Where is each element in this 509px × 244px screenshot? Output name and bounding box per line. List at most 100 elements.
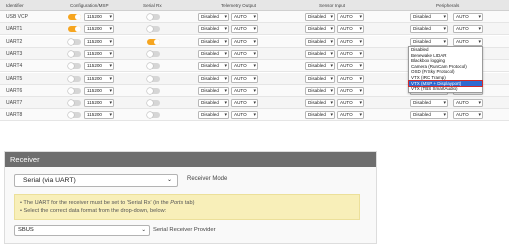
msp-baud-select[interactable]: 115200 bbox=[84, 74, 114, 83]
receiver-note: • The UART for the receiver must be set … bbox=[14, 194, 360, 220]
serial-rx-toggle[interactable] bbox=[147, 26, 160, 33]
telemetry-baud-select[interactable]: AUTO bbox=[231, 74, 258, 83]
telemetry-baud-select[interactable]: AUTO bbox=[231, 13, 258, 21]
sensor-baud-select[interactable]: AUTO bbox=[337, 49, 364, 58]
telemetry-select[interactable]: Disabled bbox=[198, 49, 229, 58]
peripherals-select[interactable]: Disabled bbox=[410, 111, 448, 120]
serial-rx-toggle[interactable] bbox=[147, 87, 160, 94]
peripherals-baud-select[interactable]: AUTO bbox=[453, 37, 483, 46]
port-identifier: UART6 bbox=[6, 87, 23, 94]
sensor-baud-select[interactable]: AUTO bbox=[337, 74, 364, 83]
port-identifier: UART4 bbox=[6, 63, 23, 70]
sensor-baud-select[interactable]: AUTO bbox=[337, 62, 364, 71]
peripherals-select[interactable]: Disabled bbox=[410, 99, 448, 108]
telemetry-select[interactable]: Disabled bbox=[198, 74, 229, 83]
receiver-panel: Receiver Serial (via UART) ⌄ Receiver Mo… bbox=[4, 151, 377, 244]
telemetry-baud-select[interactable]: AUTO bbox=[231, 111, 258, 120]
port-row: UART8115200DisabledAUTODisabledAUTODisab… bbox=[0, 109, 509, 122]
msp-toggle[interactable] bbox=[68, 63, 81, 70]
telemetry-baud-select[interactable]: AUTO bbox=[231, 49, 258, 58]
port-row: UART1115200DisabledAUTODisabledAUTODisab… bbox=[0, 23, 509, 36]
sensor-baud-select[interactable]: AUTO bbox=[337, 111, 364, 120]
port-row: USB VCP115200DisabledAUTODisabledAUTODis… bbox=[0, 11, 509, 23]
msp-baud-select[interactable]: 115200 bbox=[84, 62, 114, 71]
peripherals-baud-select[interactable]: AUTO bbox=[453, 25, 483, 34]
msp-baud-select[interactable]: 115200 bbox=[84, 13, 114, 21]
peripherals-dropdown-list[interactable]: Disabled Benewake LIDAR Blackbox logging Ca… bbox=[408, 46, 483, 93]
sensor-select[interactable]: Disabled bbox=[305, 62, 335, 71]
telemetry-select[interactable]: Disabled bbox=[198, 37, 229, 46]
receiver-mode-select[interactable]: Serial (via UART) ⌄ bbox=[14, 174, 178, 187]
telemetry-select[interactable]: Disabled bbox=[198, 99, 229, 108]
sensor-baud-select[interactable]: AUTO bbox=[337, 37, 364, 46]
telemetry-baud-select[interactable]: AUTO bbox=[231, 62, 258, 71]
msp-toggle[interactable] bbox=[68, 75, 81, 82]
receiver-mode-value: Serial (via UART) bbox=[23, 177, 76, 184]
msp-toggle[interactable] bbox=[68, 100, 81, 107]
serial-receiver-provider-select[interactable]: SBUS ⌄ bbox=[14, 225, 150, 236]
sensor-select[interactable]: Disabled bbox=[305, 25, 335, 34]
msp-baud-select[interactable]: 115200 bbox=[84, 111, 114, 120]
msp-baud-select[interactable]: 115200 bbox=[84, 49, 114, 58]
telemetry-select[interactable]: Disabled bbox=[198, 86, 229, 95]
telemetry-baud-select[interactable]: AUTO bbox=[231, 37, 258, 46]
peripherals-baud-select[interactable]: AUTO bbox=[453, 111, 483, 120]
ports-table: Identifier Configuration/MSP Serial Rx T… bbox=[0, 0, 509, 148]
chevron-down-icon: ⌄ bbox=[141, 227, 146, 233]
sensor-baud-select[interactable]: AUTO bbox=[337, 99, 364, 108]
msp-toggle[interactable] bbox=[68, 38, 81, 45]
sensor-baud-select[interactable]: AUTO bbox=[337, 13, 364, 21]
telemetry-select[interactable]: Disabled bbox=[198, 111, 229, 120]
sensor-select[interactable]: Disabled bbox=[305, 13, 335, 21]
sensor-select[interactable]: Disabled bbox=[305, 99, 335, 108]
telemetry-select[interactable]: Disabled bbox=[198, 25, 229, 34]
msp-toggle[interactable] bbox=[68, 87, 81, 94]
port-identifier: UART8 bbox=[6, 112, 23, 119]
peripherals-select[interactable]: Disabled bbox=[410, 13, 448, 21]
sensor-select[interactable]: Disabled bbox=[305, 86, 335, 95]
sensor-select[interactable]: Disabled bbox=[305, 37, 335, 46]
col-identifier: Identifier bbox=[6, 3, 24, 8]
dropdown-option[interactable]: VTX (TBS SmartAudio) bbox=[409, 86, 482, 92]
note-text: • The UART for the receiver must be set … bbox=[20, 200, 171, 206]
col-sensor-input: Sensor Input bbox=[319, 3, 346, 8]
serial-rx-toggle[interactable] bbox=[147, 100, 160, 107]
telemetry-baud-select[interactable]: AUTO bbox=[231, 86, 258, 95]
telemetry-select[interactable]: Disabled bbox=[198, 13, 229, 21]
ports-table-header: Identifier Configuration/MSP Serial Rx T… bbox=[0, 0, 509, 11]
col-serial-rx: Serial Rx bbox=[143, 3, 162, 8]
col-telemetry-output: Telemetry Output bbox=[221, 3, 256, 8]
serial-rx-toggle[interactable] bbox=[147, 38, 160, 45]
msp-baud-select[interactable]: 115200 bbox=[84, 86, 114, 95]
msp-toggle[interactable] bbox=[68, 112, 81, 119]
receiver-note-line-1: • The UART for the receiver must be set … bbox=[20, 199, 354, 207]
sensor-select[interactable]: Disabled bbox=[305, 111, 335, 120]
telemetry-select[interactable]: Disabled bbox=[198, 62, 229, 71]
provider-value: SBUS bbox=[18, 227, 34, 233]
msp-toggle[interactable] bbox=[68, 26, 81, 33]
telemetry-baud-select[interactable]: AUTO bbox=[231, 25, 258, 34]
sensor-select[interactable]: Disabled bbox=[305, 74, 335, 83]
peripherals-baud-select[interactable]: AUTO bbox=[453, 99, 483, 108]
sensor-baud-select[interactable]: AUTO bbox=[337, 25, 364, 34]
receiver-title: Receiver bbox=[5, 152, 376, 167]
msp-toggle[interactable] bbox=[68, 50, 81, 57]
serial-receiver-provider-label: Serial Receiver Provider bbox=[153, 227, 216, 233]
peripherals-select[interactable]: Disabled bbox=[410, 25, 448, 34]
port-identifier: UART5 bbox=[6, 75, 23, 82]
msp-toggle[interactable] bbox=[68, 14, 81, 20]
sensor-baud-select[interactable]: AUTO bbox=[337, 86, 364, 95]
serial-rx-toggle[interactable] bbox=[147, 75, 160, 82]
msp-baud-select[interactable]: 115200 bbox=[84, 99, 114, 108]
serial-rx-toggle[interactable] bbox=[147, 14, 160, 20]
receiver-note-line-2: • Select the correct data format from th… bbox=[20, 208, 167, 214]
telemetry-baud-select[interactable]: AUTO bbox=[231, 99, 258, 108]
serial-rx-toggle[interactable] bbox=[147, 50, 160, 57]
msp-baud-select[interactable]: 115200 bbox=[84, 37, 114, 46]
peripherals-baud-select[interactable]: AUTO bbox=[453, 13, 483, 21]
serial-rx-toggle[interactable] bbox=[147, 63, 160, 70]
serial-rx-toggle[interactable] bbox=[147, 112, 160, 119]
peripherals-select[interactable]: Disabled bbox=[410, 37, 448, 46]
msp-baud-select[interactable]: 115200 bbox=[84, 25, 114, 34]
sensor-select[interactable]: Disabled bbox=[305, 49, 335, 58]
